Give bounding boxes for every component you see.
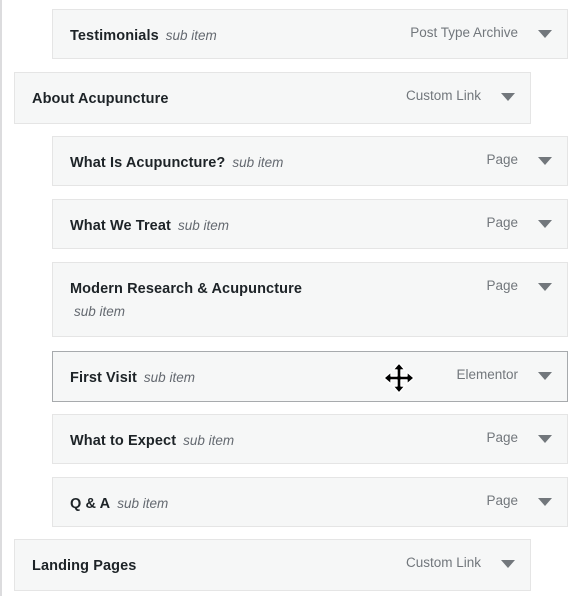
chevron-down-icon[interactable] <box>538 431 552 445</box>
menu-item-title-group: Modern Research & Acupuncture sub item <box>70 277 302 323</box>
menu-item-row[interactable]: What Is Acupuncture? sub item Page <box>52 136 568 186</box>
menu-item-handle[interactable]: What Is Acupuncture? sub item Page <box>53 137 567 190</box>
menu-item-title: About Acupuncture <box>32 91 169 107</box>
menu-item-title: What to Expect <box>70 433 177 449</box>
menu-item-controls: Page <box>486 214 552 230</box>
menu-item-type-label: Post Type Archive <box>410 25 518 40</box>
menu-item-handle[interactable]: First Visit sub item Elementor <box>53 352 567 405</box>
menu-item-title-group: Landing Pages <box>32 554 136 579</box>
menu-item-handle[interactable]: About Acupuncture Custom Link <box>15 73 530 126</box>
menu-item-sub-label: sub item <box>165 28 217 43</box>
menu-item-sub-label: sub item <box>183 433 235 448</box>
menu-item-row[interactable]: Testimonials sub item Post Type Archive <box>52 9 568 59</box>
menu-item-row[interactable]: First Visit sub item Elementor <box>52 351 568 402</box>
chevron-down-icon[interactable] <box>538 494 552 508</box>
menu-item-type-label: Page <box>486 152 518 167</box>
menu-item-row[interactable]: What We Treat sub item Page <box>52 199 568 249</box>
menu-item-type-label: Elementor <box>456 367 518 382</box>
menu-item-handle[interactable]: What to Expect sub item Page <box>53 415 567 468</box>
menu-item-title-group: Testimonials sub item <box>70 24 217 49</box>
menu-item-controls: Page <box>486 492 552 508</box>
menu-item-row[interactable]: About Acupuncture Custom Link <box>14 72 531 124</box>
menu-item-type-label: Custom Link <box>405 88 481 103</box>
menu-item-controls: Page <box>486 151 552 167</box>
menu-item-title: Landing Pages <box>32 558 137 574</box>
chevron-down-icon[interactable] <box>538 279 552 293</box>
menu-item-sub-label: sub item <box>232 155 284 170</box>
menu-item-title: Q & A <box>70 496 111 512</box>
menu-item-type-label: Page <box>486 215 518 230</box>
menu-item-handle[interactable]: Landing Pages Custom Link <box>15 540 530 593</box>
menu-item-controls: Page <box>486 429 552 445</box>
menu-item-type-label: Custom Link <box>405 555 481 570</box>
menu-item-title: What We Treat <box>70 218 171 234</box>
menu-item-row[interactable]: Q & A sub item Page <box>52 477 568 527</box>
menu-item-title-group: First Visit sub item <box>70 366 195 391</box>
menu-item-row[interactable]: What to Expect sub item Page <box>52 414 568 464</box>
chevron-down-icon[interactable] <box>538 153 552 167</box>
menu-structure-list: Testimonials sub item Post Type Archive Abo… <box>0 0 584 596</box>
menu-item-title-group: What We Treat sub item <box>70 214 229 239</box>
menu-item-controls: Elementor <box>456 366 552 382</box>
chevron-down-icon[interactable] <box>501 89 515 103</box>
menu-item-sub-label: sub item <box>74 303 126 319</box>
chevron-down-icon[interactable] <box>538 216 552 230</box>
chevron-down-icon[interactable] <box>501 556 515 570</box>
menu-item-type-label: Page <box>486 278 518 293</box>
menu-item-row[interactable]: Modern Research & Acupuncture sub item Pag… <box>52 262 568 337</box>
menu-item-controls: Page <box>486 277 552 293</box>
menu-item-handle[interactable]: What We Treat sub item Page <box>53 200 567 253</box>
menu-item-handle[interactable]: Q & A sub item Page <box>53 478 567 531</box>
chevron-down-icon[interactable] <box>538 368 552 382</box>
menu-item-title-group: What to Expect sub item <box>70 429 234 454</box>
menu-item-title-group: What Is Acupuncture? sub item <box>70 151 283 176</box>
menu-item-row[interactable]: Landing Pages Custom Link <box>14 539 531 591</box>
menu-item-controls: Custom Link <box>406 554 515 570</box>
chevron-down-icon[interactable] <box>538 26 552 40</box>
menu-item-handle[interactable]: Testimonials sub item Post Type Archive <box>53 10 567 63</box>
menu-item-title-group: About Acupuncture <box>32 87 168 112</box>
menu-item-controls: Custom Link <box>406 87 515 103</box>
menu-item-title: Modern Research & Acupuncture <box>70 281 302 297</box>
menu-item-title-group: Q & A sub item <box>70 492 168 517</box>
menu-item-type-label: Page <box>486 493 518 508</box>
menu-item-sub-label: sub item <box>117 496 169 511</box>
menu-item-handle[interactable]: Modern Research & Acupuncture sub item Pag… <box>53 263 567 337</box>
menu-item-type-label: Page <box>486 430 518 445</box>
menu-item-sub-label: sub item <box>143 370 195 385</box>
menu-item-title: First Visit <box>70 370 137 386</box>
menu-item-controls: Post Type Archive <box>410 24 552 40</box>
menu-item-title: What Is Acupuncture? <box>70 155 226 171</box>
menu-item-title: Testimonials <box>70 28 159 44</box>
menu-item-sub-label: sub item <box>177 218 229 233</box>
